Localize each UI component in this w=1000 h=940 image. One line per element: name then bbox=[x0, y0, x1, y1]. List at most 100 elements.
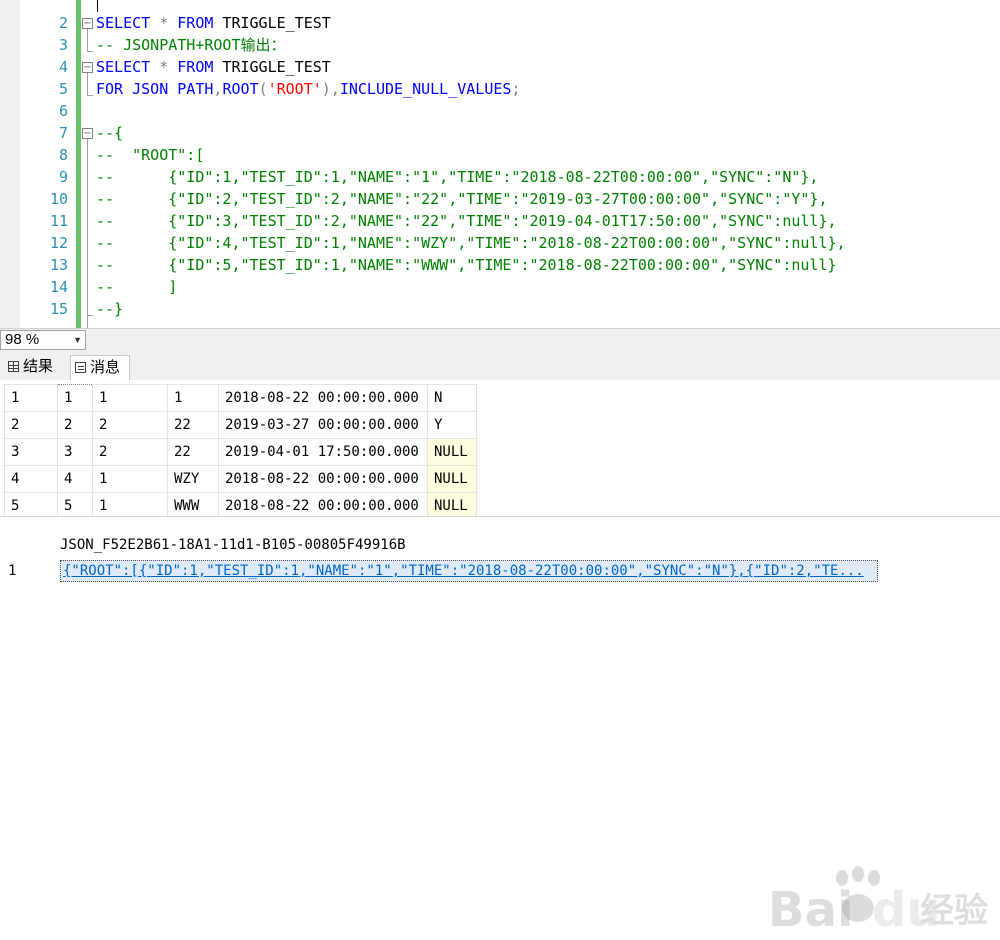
cell-test-id[interactable]: 2 bbox=[92, 411, 168, 439]
cell-name[interactable]: 22 bbox=[167, 438, 219, 466]
line-number: 7 bbox=[58, 124, 68, 142]
cell-name[interactable]: 1 bbox=[167, 384, 219, 412]
cell-id[interactable]: 3 bbox=[57, 438, 93, 466]
line-number: 8 bbox=[58, 146, 68, 164]
table-row[interactable]: 4 4 1 WZY 2018-08-22 00:00:00.000 NULL bbox=[4, 465, 477, 493]
cell-time[interactable]: 2019-03-27 00:00:00.000 bbox=[218, 411, 428, 439]
cell-test-id[interactable]: 1 bbox=[92, 384, 168, 412]
keyword: SELECT bbox=[96, 58, 151, 76]
code-line-2[interactable]: SELECT * FROM TRIGGLE_TEST bbox=[96, 12, 331, 34]
code-line-13[interactable]: -- {"ID":5,"TEST_ID":1,"NAME":"WWW","TIM… bbox=[96, 254, 837, 276]
table-row[interactable]: 3 3 2 22 2019-04-01 17:50:00.000 NULL bbox=[4, 438, 477, 466]
line-number: 11 bbox=[49, 212, 68, 230]
line-number: 4 bbox=[58, 58, 68, 76]
line-number: 10 bbox=[49, 190, 68, 208]
cell-time[interactable]: 2019-04-01 17:50:00.000 bbox=[218, 438, 428, 466]
cell-sync[interactable]: N bbox=[427, 384, 477, 412]
code-line-5[interactable]: FOR JSON PATH,ROOT('ROOT'),INCLUDE_NULL_… bbox=[96, 78, 520, 100]
line-number: 5 bbox=[58, 80, 68, 98]
cell-name[interactable]: WZY bbox=[167, 465, 219, 493]
punctuation: ( bbox=[258, 80, 268, 98]
identifier: TRIGGLE_TEST bbox=[213, 58, 331, 76]
cell-id[interactable]: 1 bbox=[57, 384, 93, 412]
row-number[interactable]: 2 bbox=[4, 411, 58, 439]
line-number: 12 bbox=[49, 234, 68, 252]
tab-messages-label: 消息 bbox=[90, 359, 121, 376]
tab-results[interactable]: 结果 bbox=[4, 355, 66, 380]
tab-messages[interactable]: 消息 bbox=[70, 355, 130, 380]
keyword: ROOT bbox=[222, 80, 259, 98]
cell-sync[interactable]: NULL bbox=[427, 465, 477, 493]
zoom-select[interactable]: 98 % ▼ bbox=[0, 330, 86, 350]
result-grid-1: 1 1 1 1 2018-08-22 00:00:00.000 N 2 2 2 … bbox=[4, 384, 477, 520]
code-line-14[interactable]: -- ] bbox=[96, 276, 177, 298]
fold-end bbox=[87, 51, 93, 52]
results-pane: 1 1 1 1 2018-08-22 00:00:00.000 N 2 2 2 … bbox=[0, 380, 1000, 938]
code-line-12[interactable]: -- {"ID":4,"TEST_ID":1,"NAME":"WZY","TIM… bbox=[96, 232, 846, 254]
collapse-icon[interactable]: − bbox=[82, 128, 93, 139]
zoom-value: 98 % bbox=[5, 331, 40, 348]
column-header-json[interactable]: JSON_F52E2B61-18A1-11d1-B105-00805F49916… bbox=[60, 534, 406, 556]
fold-guide bbox=[87, 73, 88, 95]
code-line-9[interactable]: -- {"ID":1,"TEST_ID":1,"NAME":"1","TIME"… bbox=[96, 166, 818, 188]
json-result-link[interactable]: {"ROOT":[{"ID":1,"TEST_ID":1,"NAME":"1",… bbox=[60, 560, 878, 582]
cell-id[interactable]: 4 bbox=[57, 465, 93, 493]
editor-margin bbox=[0, 0, 20, 328]
code-line-10[interactable]: -- {"ID":2,"TEST_ID":2,"NAME":"22","TIME… bbox=[96, 188, 828, 210]
keyword: FROM bbox=[177, 58, 214, 76]
keyword: FOR JSON PATH bbox=[96, 80, 214, 98]
cell-sync[interactable]: Y bbox=[427, 411, 477, 439]
fold-guide bbox=[87, 139, 88, 328]
table-row[interactable]: 1 1 1 1 2018-08-22 00:00:00.000 N bbox=[4, 384, 477, 412]
grid-separator bbox=[0, 516, 1000, 531]
fold-end bbox=[87, 95, 93, 96]
cell-name[interactable]: 22 bbox=[167, 411, 219, 439]
line-number: 6 bbox=[58, 102, 68, 120]
chevron-down-icon[interactable]: ▼ bbox=[73, 331, 82, 349]
cell-test-id[interactable]: 2 bbox=[92, 438, 168, 466]
line-number: 15 bbox=[49, 300, 68, 318]
code-line-11[interactable]: -- {"ID":3,"TEST_ID":2,"NAME":"22","TIME… bbox=[96, 210, 837, 232]
sql-editor[interactable]: 2 3 4 5 6 7 8 9 10 11 12 13 14 15 − − − … bbox=[0, 0, 1000, 328]
code-line-8[interactable]: -- "ROOT":[ bbox=[96, 144, 204, 166]
row-number[interactable]: 1 bbox=[4, 384, 58, 412]
operator: * bbox=[150, 58, 178, 76]
cell-test-id[interactable]: 1 bbox=[92, 465, 168, 493]
cell-time[interactable]: 2018-08-22 00:00:00.000 bbox=[218, 465, 428, 493]
table-row[interactable]: 2 2 2 22 2019-03-27 00:00:00.000 Y bbox=[4, 411, 477, 439]
line-number: 3 bbox=[58, 36, 68, 54]
keyword: INCLUDE_NULL_VALUES bbox=[339, 80, 512, 98]
code-line-15[interactable]: --} bbox=[96, 298, 123, 320]
code-line-3[interactable]: -- JSONPATH+ROOT输出： bbox=[96, 34, 286, 56]
punctuation: ; bbox=[511, 80, 521, 98]
punctuation: , bbox=[330, 80, 340, 98]
row-number[interactable]: 4 bbox=[4, 465, 58, 493]
fold-guide bbox=[87, 29, 88, 51]
string-literal: 'ROOT' bbox=[267, 80, 322, 98]
code-line-4[interactable]: SELECT * FROM TRIGGLE_TEST bbox=[96, 56, 331, 78]
punctuation: ) bbox=[321, 80, 331, 98]
line-number: 9 bbox=[58, 168, 68, 186]
grid-icon bbox=[8, 361, 19, 372]
keyword: SELECT bbox=[96, 14, 151, 32]
baidu-jingyan-watermark: Bai du 经验 bbox=[768, 866, 988, 938]
line-number: 14 bbox=[49, 278, 68, 296]
cell-id[interactable]: 2 bbox=[57, 411, 93, 439]
collapse-icon[interactable]: − bbox=[82, 62, 93, 73]
result-tab-bar: 结果 消息 bbox=[0, 350, 1000, 380]
tab-results-label: 结果 bbox=[23, 358, 54, 375]
line-number-gutter: 2 3 4 5 6 7 8 9 10 11 12 13 14 15 bbox=[20, 0, 70, 328]
identifier: TRIGGLE_TEST bbox=[213, 14, 331, 32]
code-line-7[interactable]: --{ bbox=[96, 122, 123, 144]
paw-toe bbox=[852, 866, 864, 882]
text-cursor bbox=[97, 0, 98, 12]
editor-status-bar: 98 % ▼ bbox=[0, 328, 1000, 351]
cell-time[interactable]: 2018-08-22 00:00:00.000 bbox=[218, 384, 428, 412]
message-icon bbox=[75, 362, 86, 373]
change-tracking-bar bbox=[76, 0, 81, 328]
row-number[interactable]: 3 bbox=[4, 438, 58, 466]
collapse-icon[interactable]: − bbox=[82, 18, 93, 29]
row-number[interactable]: 1 bbox=[8, 560, 16, 582]
operator: * bbox=[150, 14, 178, 32]
cell-sync[interactable]: NULL bbox=[427, 438, 477, 466]
